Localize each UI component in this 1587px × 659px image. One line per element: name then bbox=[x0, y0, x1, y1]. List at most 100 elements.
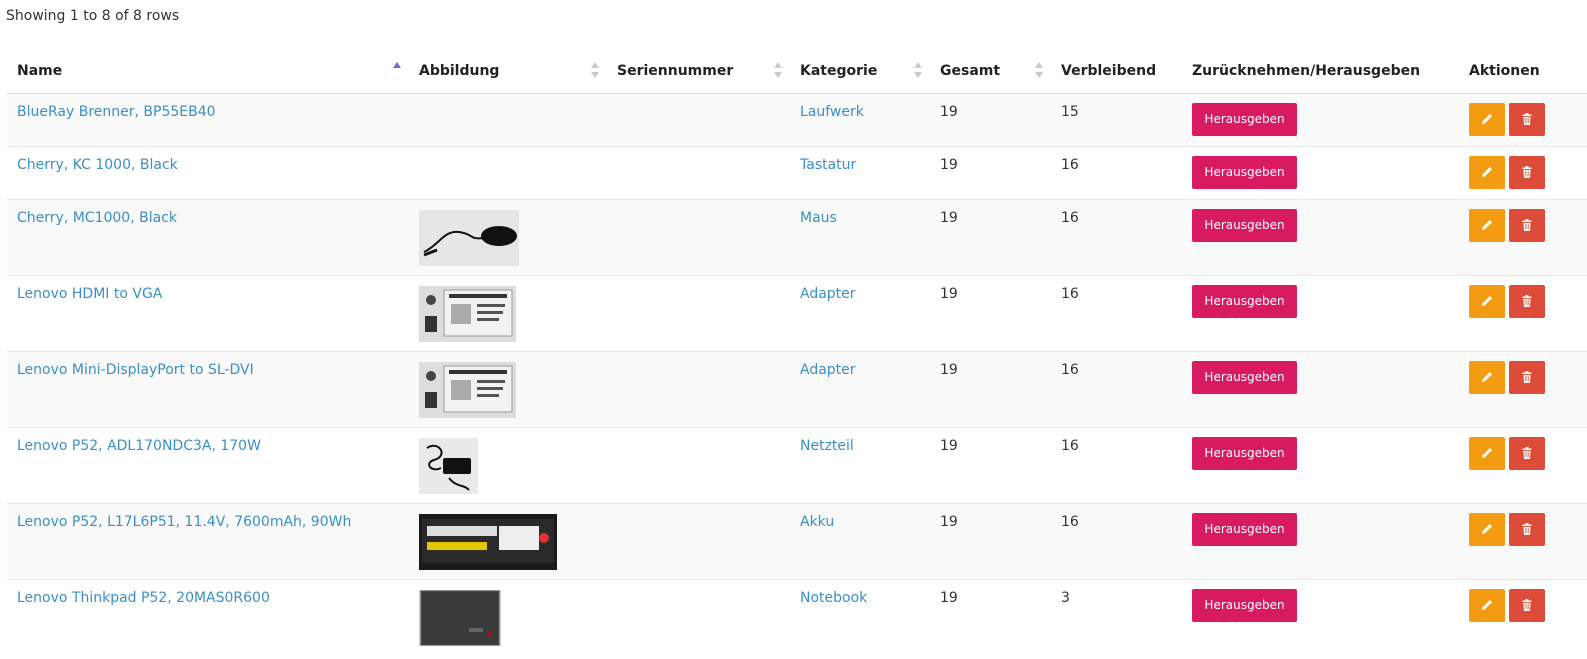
adapter-package-thumbnail[interactable] bbox=[419, 286, 516, 342]
column-header-remaining: Verbleibend bbox=[1051, 48, 1182, 94]
asset-name-link[interactable]: BlueRay Brenner, BP55EB40 bbox=[17, 104, 216, 120]
asset-name-link[interactable]: Cherry, KC 1000, Black bbox=[17, 157, 178, 173]
cell-category: Maus bbox=[790, 199, 930, 276]
trash-icon bbox=[1522, 447, 1532, 459]
cell-remaining: 15 bbox=[1051, 93, 1182, 147]
remaining-count: 16 bbox=[1061, 210, 1079, 226]
cell-image bbox=[409, 351, 607, 428]
delete-button[interactable] bbox=[1509, 589, 1545, 622]
delete-button[interactable] bbox=[1509, 361, 1545, 394]
delete-button[interactable] bbox=[1509, 209, 1545, 242]
cell-category: Netzteil bbox=[790, 427, 930, 504]
edit-button[interactable] bbox=[1469, 156, 1505, 189]
delete-button[interactable] bbox=[1509, 103, 1545, 136]
cell-actions bbox=[1459, 427, 1587, 504]
column-header-serial[interactable]: Seriennummer bbox=[607, 48, 790, 94]
checkout-button[interactable]: Herausgeben bbox=[1192, 437, 1297, 470]
delete-button[interactable] bbox=[1509, 285, 1545, 318]
checkout-button[interactable]: Herausgeben bbox=[1192, 103, 1297, 136]
category-link[interactable]: Adapter bbox=[800, 362, 856, 378]
edit-button[interactable] bbox=[1469, 103, 1505, 136]
table-row: Cherry, KC 1000, Black Tastatur 19 16 Heraus… bbox=[7, 146, 1587, 200]
cell-total: 19 bbox=[930, 351, 1051, 428]
cell-name: Cherry, MC1000, Black bbox=[7, 199, 409, 276]
delete-button[interactable] bbox=[1509, 437, 1545, 470]
category-link[interactable]: Laufwerk bbox=[800, 104, 864, 120]
asset-name-link[interactable]: Lenovo P52, ADL170NDC3A, 170W bbox=[17, 438, 261, 454]
asset-name-link[interactable]: Cherry, MC1000, Black bbox=[17, 210, 177, 226]
column-header-label: Abbildung bbox=[419, 62, 500, 79]
asset-name-link[interactable]: Lenovo Mini-DisplayPort to SL-DVI bbox=[17, 362, 254, 378]
column-header-image[interactable]: Abbildung bbox=[409, 48, 607, 94]
trash-icon bbox=[1522, 599, 1532, 611]
pencil-icon bbox=[1482, 524, 1492, 534]
table-row: Lenovo P52, ADL170NDC3A, 170W Netzteil 19 1… bbox=[7, 427, 1587, 504]
edit-button[interactable] bbox=[1469, 437, 1505, 470]
remaining-count: 16 bbox=[1061, 514, 1079, 530]
total-count: 19 bbox=[940, 157, 958, 173]
total-count: 19 bbox=[940, 104, 958, 120]
remaining-count: 16 bbox=[1061, 157, 1079, 173]
asset-name-link[interactable]: Lenovo HDMI to VGA bbox=[17, 286, 162, 302]
cell-total: 19 bbox=[930, 93, 1051, 147]
cell-category: Akku bbox=[790, 503, 930, 580]
sort-icon bbox=[774, 62, 782, 80]
total-count: 19 bbox=[940, 286, 958, 302]
pencil-icon bbox=[1482, 114, 1492, 124]
category-link[interactable]: Akku bbox=[800, 514, 834, 530]
cell-serial bbox=[607, 275, 790, 352]
total-count: 19 bbox=[940, 210, 958, 226]
cell-remaining: 16 bbox=[1051, 503, 1182, 580]
checkout-button[interactable]: Herausgeben bbox=[1192, 156, 1297, 189]
delete-button[interactable] bbox=[1509, 156, 1545, 189]
cell-checkout: Herausgeben bbox=[1182, 351, 1459, 428]
cell-checkout: Herausgeben bbox=[1182, 579, 1459, 656]
total-count: 19 bbox=[940, 362, 958, 378]
cell-remaining: 16 bbox=[1051, 146, 1182, 200]
adapter-package-thumbnail[interactable] bbox=[419, 362, 516, 418]
asset-name-link[interactable]: Lenovo Thinkpad P52, 20MAS0R600 bbox=[17, 590, 270, 606]
cell-serial bbox=[607, 427, 790, 504]
edit-button[interactable] bbox=[1469, 361, 1505, 394]
column-header-category[interactable]: Kategorie bbox=[790, 48, 930, 94]
pagination-info: Showing 1 to 8 of 8 rows bbox=[6, 8, 180, 24]
cell-category: Adapter bbox=[790, 351, 930, 428]
cell-image bbox=[409, 275, 607, 352]
delete-button[interactable] bbox=[1509, 513, 1545, 546]
pencil-icon bbox=[1482, 372, 1492, 382]
column-header-total[interactable]: Gesamt bbox=[930, 48, 1051, 94]
edit-button[interactable] bbox=[1469, 209, 1505, 242]
cell-serial bbox=[607, 503, 790, 580]
checkout-button[interactable]: Herausgeben bbox=[1192, 285, 1297, 318]
category-link[interactable]: Netzteil bbox=[800, 438, 854, 454]
checkout-button[interactable]: Herausgeben bbox=[1192, 589, 1297, 622]
battery-thumbnail[interactable] bbox=[419, 514, 557, 570]
notebook-thumbnail[interactable] bbox=[419, 590, 501, 646]
trash-icon bbox=[1522, 523, 1532, 535]
checkout-button[interactable]: Herausgeben bbox=[1192, 361, 1297, 394]
mouse-thumbnail[interactable] bbox=[419, 210, 519, 266]
edit-button[interactable] bbox=[1469, 285, 1505, 318]
checkout-button[interactable]: Herausgeben bbox=[1192, 513, 1297, 546]
checkout-button[interactable]: Herausgeben bbox=[1192, 209, 1297, 242]
cell-remaining: 16 bbox=[1051, 427, 1182, 504]
edit-button[interactable] bbox=[1469, 589, 1505, 622]
cell-image bbox=[409, 427, 607, 504]
pencil-icon bbox=[1482, 220, 1492, 230]
category-link[interactable]: Tastatur bbox=[800, 157, 856, 173]
edit-button[interactable] bbox=[1469, 513, 1505, 546]
remaining-count: 16 bbox=[1061, 438, 1079, 454]
cell-actions bbox=[1459, 579, 1587, 656]
category-link[interactable]: Maus bbox=[800, 210, 837, 226]
power-supply-thumbnail[interactable] bbox=[419, 438, 478, 494]
trash-icon bbox=[1522, 371, 1532, 383]
cell-serial bbox=[607, 93, 790, 147]
cell-image bbox=[409, 579, 607, 656]
asset-name-link[interactable]: Lenovo P52, L17L6P51, 11.4V, 7600mAh, 90… bbox=[17, 514, 351, 530]
column-header-name[interactable]: Name bbox=[7, 48, 409, 94]
column-header-label: Gesamt bbox=[940, 62, 1001, 79]
category-link[interactable]: Adapter bbox=[800, 286, 856, 302]
cell-actions bbox=[1459, 199, 1587, 276]
category-link[interactable]: Notebook bbox=[800, 590, 867, 606]
cell-total: 19 bbox=[930, 427, 1051, 504]
